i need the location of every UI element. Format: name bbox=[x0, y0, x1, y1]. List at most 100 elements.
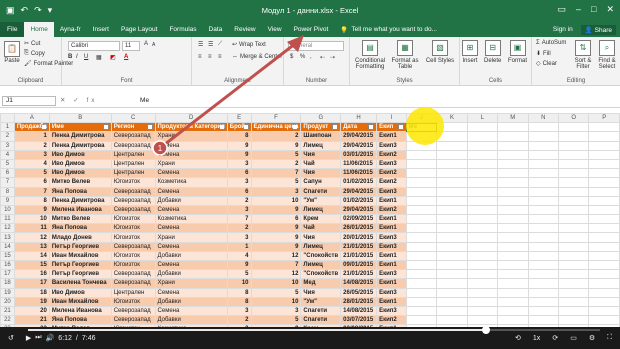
format-as-table-button[interactable]: ▦ Format as Table bbox=[388, 40, 422, 70]
table-cell[interactable]: 11/06/2015 bbox=[340, 168, 378, 179]
empty-cell[interactable] bbox=[466, 269, 499, 280]
wrap-text-button[interactable]: ↩ Wrap Text bbox=[232, 41, 266, 49]
table-cell[interactable]: 01/02/2015 bbox=[340, 195, 378, 206]
table-cell[interactable]: Иван Михайлов bbox=[48, 250, 112, 262]
table-header-cell[interactable]: Име bbox=[48, 122, 112, 133]
empty-cell[interactable] bbox=[497, 131, 529, 142]
grow-font-button[interactable]: A bbox=[144, 41, 148, 47]
empty-cell[interactable] bbox=[436, 259, 468, 271]
seek-bar[interactable] bbox=[28, 326, 600, 334]
next-icon[interactable]: ⏭ bbox=[35, 334, 41, 342]
table-cell[interactable]: Семена bbox=[154, 223, 228, 234]
empty-cell[interactable] bbox=[497, 168, 529, 179]
table-cell[interactable]: Чай bbox=[300, 223, 342, 234]
table-cell[interactable]: 2 bbox=[13, 140, 50, 151]
table-cell[interactable]: 12 bbox=[250, 250, 302, 262]
empty-cell[interactable] bbox=[405, 168, 438, 179]
table-cell[interactable]: "Спокойств bbox=[300, 250, 342, 262]
table-cell[interactable]: 29/04/2015 bbox=[340, 131, 378, 142]
comma-button[interactable]: , bbox=[310, 54, 312, 60]
empty-cell[interactable] bbox=[557, 195, 590, 206]
empty-cell[interactable] bbox=[527, 232, 559, 243]
row-header[interactable]: 3 bbox=[0, 140, 15, 151]
table-cell[interactable]: Чай bbox=[300, 158, 342, 170]
table-cell[interactable]: Екип1 bbox=[376, 296, 407, 307]
table-cell[interactable]: Екип1 bbox=[376, 131, 407, 142]
play-icon[interactable]: ▶ bbox=[26, 334, 31, 342]
empty-cell[interactable] bbox=[436, 158, 468, 170]
row-header[interactable]: 16 bbox=[0, 259, 15, 271]
empty-cell[interactable] bbox=[497, 278, 529, 289]
tab-review[interactable]: Review bbox=[228, 22, 261, 37]
row-header[interactable]: 12 bbox=[0, 223, 15, 234]
table-cell[interactable]: Северозапад bbox=[110, 131, 156, 142]
empty-cell[interactable] bbox=[466, 241, 499, 252]
table-cell[interactable]: Иво Димов bbox=[48, 168, 112, 179]
table-cell[interactable]: Пенка Димитрова bbox=[48, 195, 112, 206]
empty-cell[interactable] bbox=[466, 158, 499, 170]
table-cell[interactable]: 11/06/2015 bbox=[340, 158, 378, 170]
empty-cell[interactable] bbox=[557, 278, 590, 289]
table-cell[interactable]: Чия bbox=[300, 287, 342, 298]
empty-cell[interactable] bbox=[497, 122, 529, 133]
sort-filter-button[interactable]: ⇅ Sort & Filter bbox=[572, 40, 594, 70]
empty-cell[interactable] bbox=[588, 195, 620, 206]
empty-cell[interactable] bbox=[527, 305, 559, 317]
table-cell[interactable]: 2 bbox=[226, 223, 252, 234]
empty-cell[interactable] bbox=[436, 186, 468, 197]
table-cell[interactable]: Митко Велев bbox=[48, 177, 112, 188]
empty-cell[interactable] bbox=[405, 232, 438, 243]
empty-cell[interactable] bbox=[557, 259, 590, 271]
table-cell[interactable]: Козметика bbox=[154, 177, 228, 188]
table-cell[interactable]: Северозапад bbox=[110, 305, 156, 317]
empty-cell[interactable] bbox=[466, 223, 499, 234]
table-cell[interactable]: 10 bbox=[250, 296, 302, 307]
empty-cell[interactable] bbox=[557, 232, 590, 243]
empty-cell[interactable] bbox=[497, 149, 529, 160]
empty-cell[interactable] bbox=[527, 214, 559, 225]
table-cell[interactable]: Милена Иванова bbox=[48, 204, 112, 216]
empty-cell[interactable] bbox=[466, 168, 499, 179]
table-cell[interactable]: 3 bbox=[250, 305, 302, 317]
table-cell[interactable]: 29/04/2015 bbox=[340, 140, 378, 151]
table-cell[interactable]: 21/01/2015 bbox=[340, 241, 378, 252]
borders-icon[interactable]: ▦ bbox=[96, 54, 102, 61]
table-cell[interactable]: 3 bbox=[226, 232, 252, 243]
table-cell[interactable]: Югоизток bbox=[110, 259, 156, 271]
table-cell[interactable]: 1 bbox=[226, 241, 252, 252]
empty-cell[interactable] bbox=[405, 223, 438, 234]
row-header[interactable]: 2 bbox=[0, 131, 15, 142]
table-header-cell[interactable]: Екип bbox=[376, 122, 407, 133]
column-header[interactable]: G bbox=[300, 113, 342, 124]
empty-cell[interactable] bbox=[405, 149, 438, 160]
column-header[interactable]: H bbox=[340, 113, 378, 124]
empty-cell[interactable] bbox=[527, 186, 559, 197]
empty-cell[interactable] bbox=[557, 140, 590, 151]
table-cell[interactable]: Екип1 bbox=[376, 195, 407, 206]
row-header[interactable]: 10 bbox=[0, 204, 15, 216]
table-cell[interactable]: 3 bbox=[226, 305, 252, 317]
empty-cell[interactable] bbox=[405, 278, 438, 289]
table-cell[interactable]: 2 bbox=[226, 195, 252, 206]
paste-button[interactable]: 📋 Paste bbox=[4, 41, 20, 64]
table-header-cell[interactable]: Дата bbox=[340, 122, 378, 133]
empty-cell[interactable] bbox=[436, 278, 468, 289]
table-cell[interactable]: 9 bbox=[250, 204, 302, 216]
table-cell[interactable]: Югоизток bbox=[110, 250, 156, 262]
top-align-icon[interactable]: ☰ bbox=[198, 41, 203, 48]
filter-dropdown-icon[interactable] bbox=[397, 124, 404, 131]
empty-cell[interactable] bbox=[588, 269, 620, 280]
table-cell[interactable]: 15 bbox=[13, 259, 50, 271]
row-header[interactable]: 17 bbox=[0, 269, 15, 280]
table-cell[interactable]: 1 bbox=[13, 131, 50, 142]
table-cell[interactable]: 4 bbox=[226, 250, 252, 262]
copy-button[interactable]: ⎘ Copy bbox=[24, 50, 45, 57]
row-header[interactable]: 18 bbox=[0, 278, 15, 289]
column-header[interactable]: M bbox=[497, 113, 529, 124]
table-cell[interactable]: 26/01/2015 bbox=[340, 223, 378, 234]
filter-dropdown-icon[interactable] bbox=[368, 124, 375, 131]
table-cell[interactable]: Екип3 bbox=[376, 186, 407, 197]
empty-cell[interactable] bbox=[557, 158, 590, 170]
table-cell[interactable]: Северозапад bbox=[110, 140, 156, 151]
number-format-select[interactable]: General bbox=[288, 41, 344, 51]
